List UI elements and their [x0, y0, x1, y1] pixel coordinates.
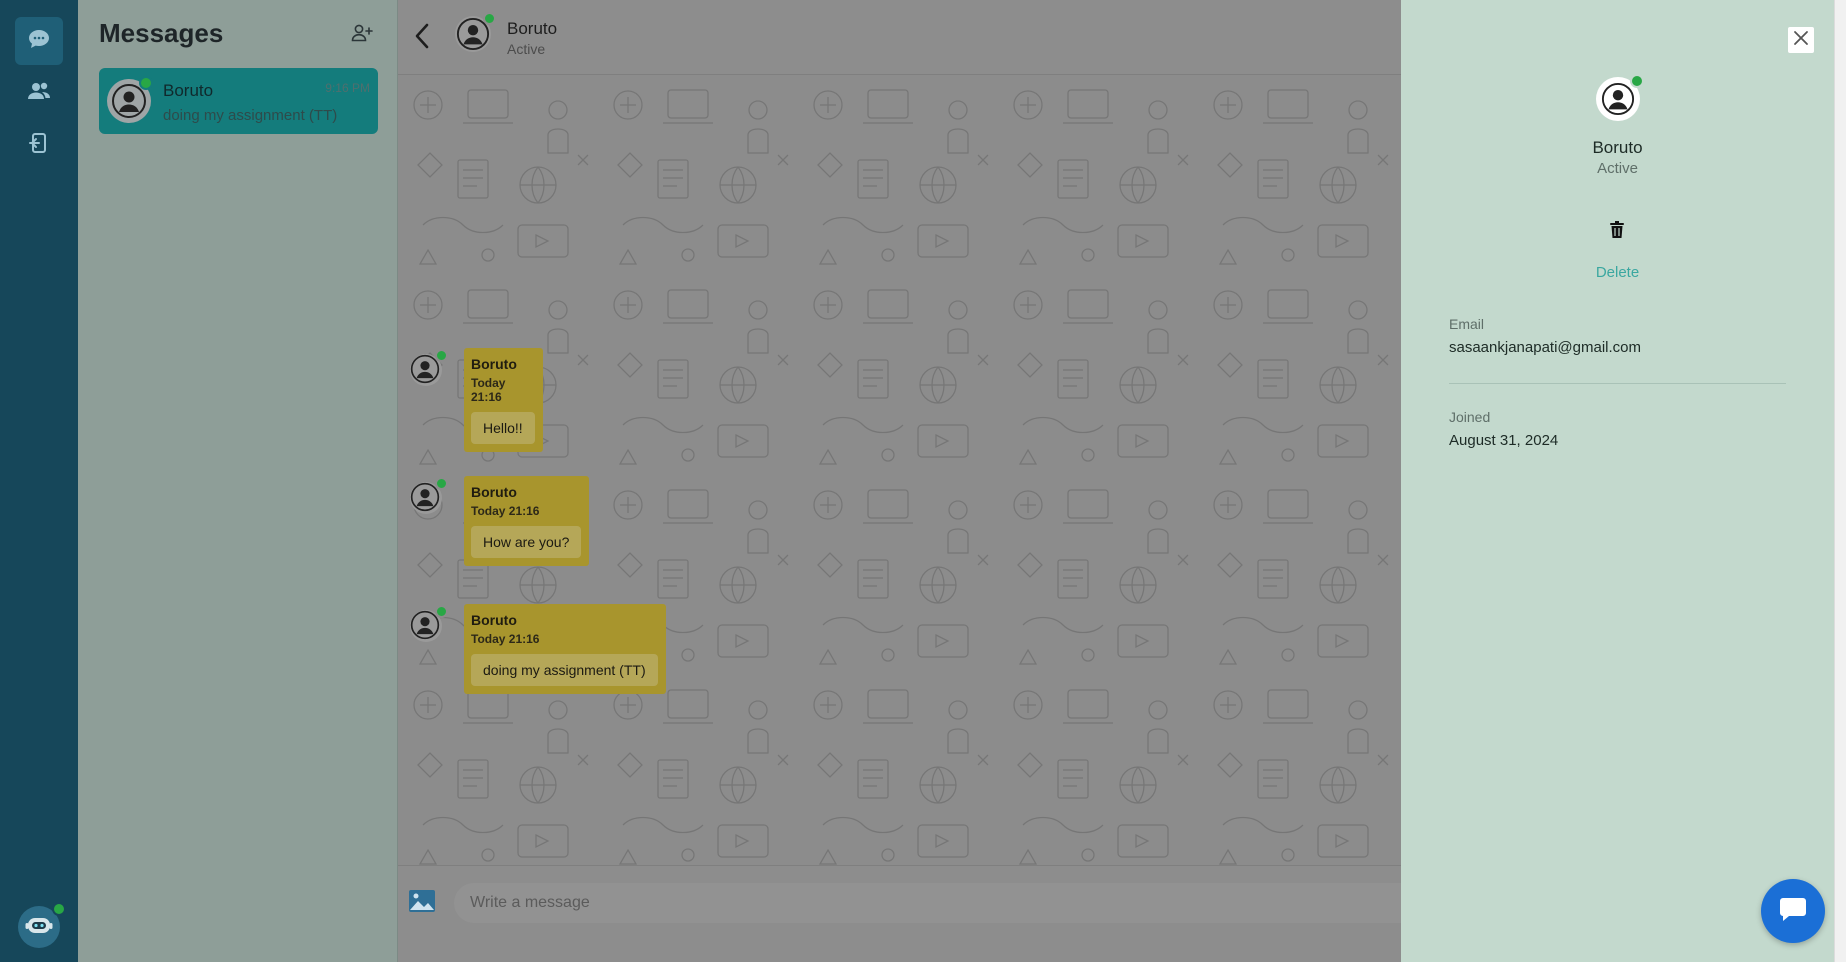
- rail-logout-button[interactable]: [15, 121, 63, 169]
- email-value: sasaankjanapati@gmail.com: [1449, 339, 1641, 356]
- conversation-time: 9:16 PM: [325, 81, 370, 95]
- rail-chats-button[interactable]: [15, 17, 63, 65]
- close-button[interactable]: [1788, 27, 1814, 53]
- add-user-icon[interactable]: [351, 24, 373, 47]
- delete-button[interactable]: Delete: [1401, 264, 1834, 281]
- logout-icon: [29, 132, 49, 159]
- avatar: [1596, 74, 1644, 121]
- doodle-pattern: [398, 75, 1401, 865]
- image-upload-icon[interactable]: [408, 889, 436, 918]
- chat-fab-button[interactable]: [1761, 879, 1825, 943]
- chat-background: Boruto Today 21:16 Hello!! Boruto Today …: [398, 75, 1401, 865]
- users-icon: [27, 81, 51, 106]
- online-indicator: [435, 605, 448, 618]
- message-text: How are you?: [471, 526, 582, 558]
- online-indicator: [1630, 74, 1644, 88]
- conversation-name: Boruto: [163, 81, 214, 100]
- chat-icon: [28, 29, 50, 54]
- close-icon: [1793, 30, 1809, 51]
- page-scrollbar[interactable]: [1834, 0, 1846, 962]
- divider: [1449, 383, 1786, 384]
- joined-label: Joined: [1449, 409, 1491, 425]
- chat-bubble-icon: [1779, 896, 1807, 927]
- bot-avatar-button[interactable]: [18, 902, 66, 948]
- conversation-list: Messages Boruto 9:16 PM doing my assignm…: [78, 0, 398, 962]
- message-text: doing my assignment (TT): [471, 654, 658, 686]
- message-input[interactable]: [454, 883, 1401, 923]
- chat-header: Boruto Active: [398, 0, 1401, 75]
- conversation-preview: doing my assignment (TT): [163, 107, 338, 124]
- avatar: [410, 477, 448, 514]
- message-sender: Boruto: [471, 356, 517, 372]
- conversation-item[interactable]: Boruto 9:16 PM doing my assignment (TT): [99, 68, 378, 134]
- email-label: Email: [1449, 316, 1485, 332]
- message-composer: [398, 865, 1401, 962]
- bot-icon: [25, 913, 53, 942]
- message-sender: Boruto: [471, 612, 517, 628]
- online-indicator: [52, 902, 66, 916]
- message-bubble: Boruto Today 21:16 How are you?: [464, 476, 590, 566]
- app: Messages Boruto 9:16 PM doing my assignm…: [0, 0, 1846, 962]
- avatar: [410, 605, 448, 642]
- joined-value: August 31, 2024: [1449, 432, 1559, 449]
- profile-name: Boruto: [1592, 138, 1643, 157]
- back-arrow-icon[interactable]: [412, 22, 432, 55]
- trash-icon[interactable]: [1609, 221, 1625, 244]
- message-sender: Boruto: [471, 484, 517, 500]
- chat-contact-status: Active: [507, 41, 546, 57]
- online-indicator: [435, 477, 448, 490]
- message-time: Today 21:16: [471, 376, 506, 404]
- avatar: [410, 349, 448, 386]
- message-time: Today 21:16: [471, 632, 540, 646]
- rail-contacts-button[interactable]: [15, 69, 63, 117]
- profile-status: Active: [1597, 160, 1638, 177]
- chat-area: Boruto Active Boruto Today 21:16 Hello!!…: [398, 0, 1401, 962]
- online-indicator: [435, 349, 448, 362]
- chat-contact-name: Boruto: [507, 19, 558, 38]
- message-text: Hello!!: [471, 412, 535, 444]
- message-time: Today 21:16: [471, 504, 540, 518]
- profile-panel: Boruto Active Delete Email sasaankjanapa…: [1401, 0, 1834, 962]
- message-bubble: Boruto Today 21:16 doing my assignment (…: [464, 604, 666, 694]
- avatar: [455, 12, 496, 52]
- avatar: [107, 76, 153, 123]
- left-rail: [0, 0, 78, 962]
- online-indicator: [483, 12, 496, 25]
- online-indicator: [139, 76, 153, 90]
- messages-title: Messages: [99, 18, 224, 48]
- message-bubble: Boruto Today 21:16 Hello!!: [464, 348, 543, 452]
